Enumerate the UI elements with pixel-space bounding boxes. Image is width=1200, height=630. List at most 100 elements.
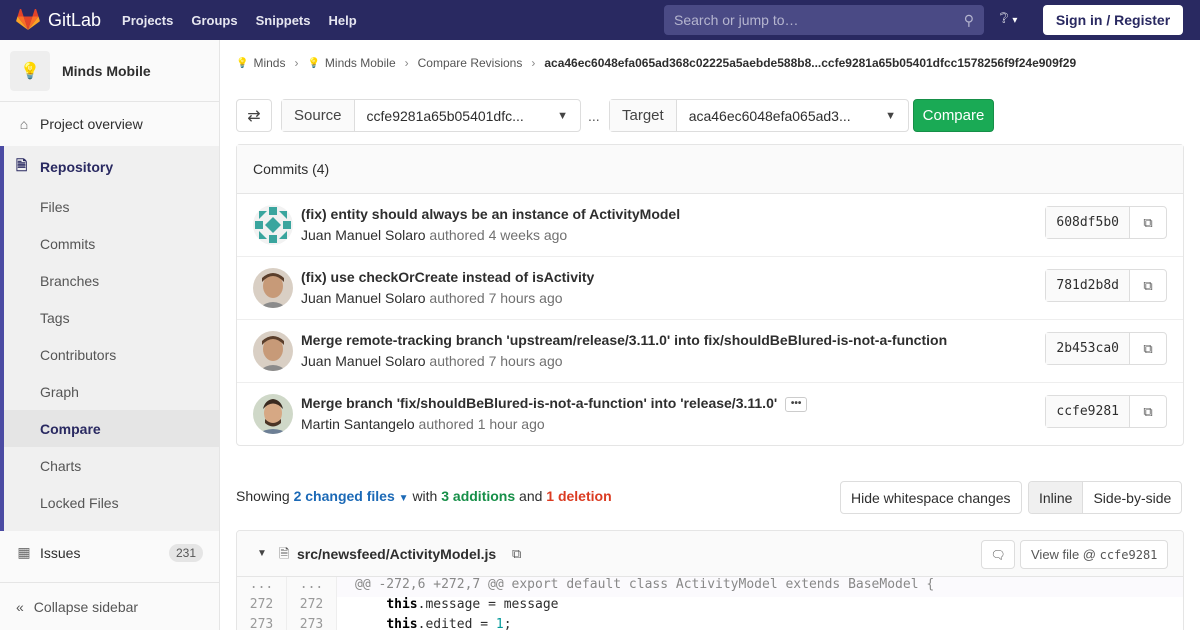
nav-groups[interactable]: Groups [182,13,246,28]
commit-sha-group: 781d2b8d ⧉ [1045,269,1167,302]
summary-showing: Showing [236,488,290,504]
sidebar-item-issues[interactable]: ▦ Issues 231 [0,534,219,571]
toggle-description-button[interactable]: ••• [785,396,808,412]
avatar[interactable] [253,268,293,308]
collapse-label: Collapse sidebar [33,598,139,615]
copy-sha-button[interactable]: ⧉ [1130,270,1166,301]
toggle-comments-button[interactable]: 🗨︎ [981,540,1015,569]
commit-time: 4 weeks ago [488,227,568,243]
new-line-number[interactable]: ... [287,577,337,597]
side-by-side-view-button[interactable]: Side-by-side [1083,482,1181,513]
copy-sha-button[interactable]: ⧉ [1130,396,1166,427]
sidebar-item-locked-files[interactable]: Locked Files [4,484,219,521]
bulb-icon: 💡 [307,57,320,69]
bulb-icon: 💡 [10,50,50,91]
hide-whitespace-button[interactable]: Hide whitespace changes [840,481,1022,514]
avatar[interactable] [253,205,293,245]
sidebar-item-graph[interactable]: Graph [4,373,219,410]
search-box: ⚲ [664,5,984,35]
commit-sha-group: ccfe9281 ⧉ [1045,395,1167,428]
commit-sha[interactable]: ccfe9281 [1046,396,1130,427]
sidebar-item-tags[interactable]: Tags [4,299,219,336]
avatar[interactable] [253,394,293,434]
nav-snippets[interactable]: Snippets [247,13,320,28]
compare-button[interactable]: Compare [913,99,994,132]
commit-time: 7 hours ago [488,353,563,369]
sidebar-item-branches[interactable]: Branches [4,262,219,299]
caret-down-icon: ▼ [398,493,409,504]
breadcrumb-minds-mobile[interactable]: 💡 Minds Mobile [307,56,395,70]
inline-view-button[interactable]: Inline [1029,482,1084,513]
doc-icon: 🗎︎ [16,157,28,173]
swap-revisions-button[interactable]: ⇄ [236,99,272,132]
new-line-number[interactable]: 272 [287,597,337,617]
breadcrumb-current[interactable]: aca46ec6048efa065ad368c02225a5aebde588b8… [544,56,1076,70]
commit-sha[interactable]: 781d2b8d [1046,270,1130,301]
diff-code: this.message = message [337,597,558,617]
sidebar-item-repository[interactable]: 🗎︎ Repository [4,146,219,188]
commit-author[interactable]: Martin Santangelo [301,416,415,432]
copy-sha-button[interactable]: ⧉ [1130,333,1166,364]
diff-hunk-header: ... ... @@ -272,6 +272,7 @@ export defau… [237,577,1183,597]
commit-sha[interactable]: 2b453ca0 [1046,333,1130,364]
sidebar-item-charts[interactable]: Charts [4,447,219,484]
copy-sha-button[interactable]: ⧉ [1130,207,1166,238]
target-selector[interactable]: Target aca46ec6048efa065ad3... ▼ [609,99,909,132]
commit-meta: Juan Manuel Solaro authored 4 weeks ago [301,227,567,243]
new-line-number[interactable]: 273 [287,617,337,630]
collapse-sidebar-button[interactable]: « Collapse sidebar [0,582,219,630]
commit-title[interactable]: (fix) entity should always be an instanc… [301,206,680,222]
sidebar-item-contributors[interactable]: Contributors [4,336,219,373]
breadcrumb-minds[interactable]: 💡 Minds [236,56,285,70]
avatar[interactable] [253,331,293,371]
copy-icon: ⧉ [1143,403,1153,419]
range-dots: ... [588,108,600,124]
search-input[interactable] [674,12,944,28]
sidebar-item-label: Repository [40,159,114,175]
help-dropdown[interactable]: ❔︎ ▾ [1000,10,1017,27]
copy-icon: ⧉ [1143,214,1153,230]
commit-title[interactable]: Merge remote-tracking branch 'upstream/r… [301,332,947,348]
breadcrumb-compare-revisions[interactable]: Compare Revisions [418,56,523,70]
sidebar-item-overview[interactable]: ⌂ Project overview [0,102,219,146]
diff-line: 273 273 this.edited = 1; [237,617,1183,630]
signin-button[interactable]: Sign in / Register [1043,5,1183,35]
gitlab-brand[interactable]: GitLab [16,9,101,31]
changed-files-dropdown[interactable]: 2 changed files ▼ [294,488,409,504]
diff-summary: Showing 2 changed files ▼ with 3 additio… [236,488,612,504]
view-file-label: View file @ [1031,547,1096,562]
old-line-number[interactable]: 272 [237,597,287,617]
commit-sha[interactable]: 608df5b0 [1046,207,1130,238]
source-label: Source [282,100,355,131]
commit-author[interactable]: Juan Manuel Solaro [301,353,426,369]
project-sidebar: 💡 Minds Mobile ⌂ Project overview 🗎︎ Rep… [0,40,220,630]
commit-row: (fix) use checkOrCreate instead of isAct… [237,257,1183,320]
sidebar-item-commits[interactable]: Commits [4,225,219,262]
target-value: aca46ec6048efa065ad3... [688,107,851,124]
breadcrumb-label: Minds Mobile [324,56,396,70]
copy-icon: ⧉ [1143,340,1153,356]
collapse-file-caret-icon[interactable]: ▼ [257,548,267,559]
issues-count-badge: 231 [168,543,203,562]
commit-author[interactable]: Juan Manuel Solaro [301,290,426,306]
nav-help[interactable]: Help [320,13,366,28]
commit-title[interactable]: Merge branch 'fix/shouldBeBlured-is-not-… [301,395,808,412]
sidebar-item-files[interactable]: Files [4,188,219,225]
file-path[interactable]: src/newsfeed/ActivityModel.js [297,546,496,562]
commit-verb: authored [418,416,474,432]
source-selector[interactable]: Source ccfe9281a65b05401dfc... ▼ [281,99,581,132]
commit-sha-group: 2b453ca0 ⧉ [1045,332,1167,365]
nav-projects[interactable]: Projects [113,13,182,28]
gitlab-logo-icon [16,9,40,30]
copy-file-path-icon[interactable]: ⧉ [512,546,521,562]
commit-author[interactable]: Juan Manuel Solaro [301,227,426,243]
commit-time: 7 hours ago [488,290,563,306]
commit-row: Merge branch 'fix/shouldBeBlured-is-not-… [237,383,1183,446]
old-line-number[interactable]: ... [237,577,287,597]
summary-and: and [519,488,543,504]
sidebar-item-compare[interactable]: Compare [4,410,219,447]
commit-title[interactable]: (fix) use checkOrCreate instead of isAct… [301,269,594,285]
project-header[interactable]: 💡 Minds Mobile [0,40,219,102]
old-line-number[interactable]: 273 [237,617,287,630]
view-file-button[interactable]: View file @ ccfe9281 [1020,540,1169,569]
